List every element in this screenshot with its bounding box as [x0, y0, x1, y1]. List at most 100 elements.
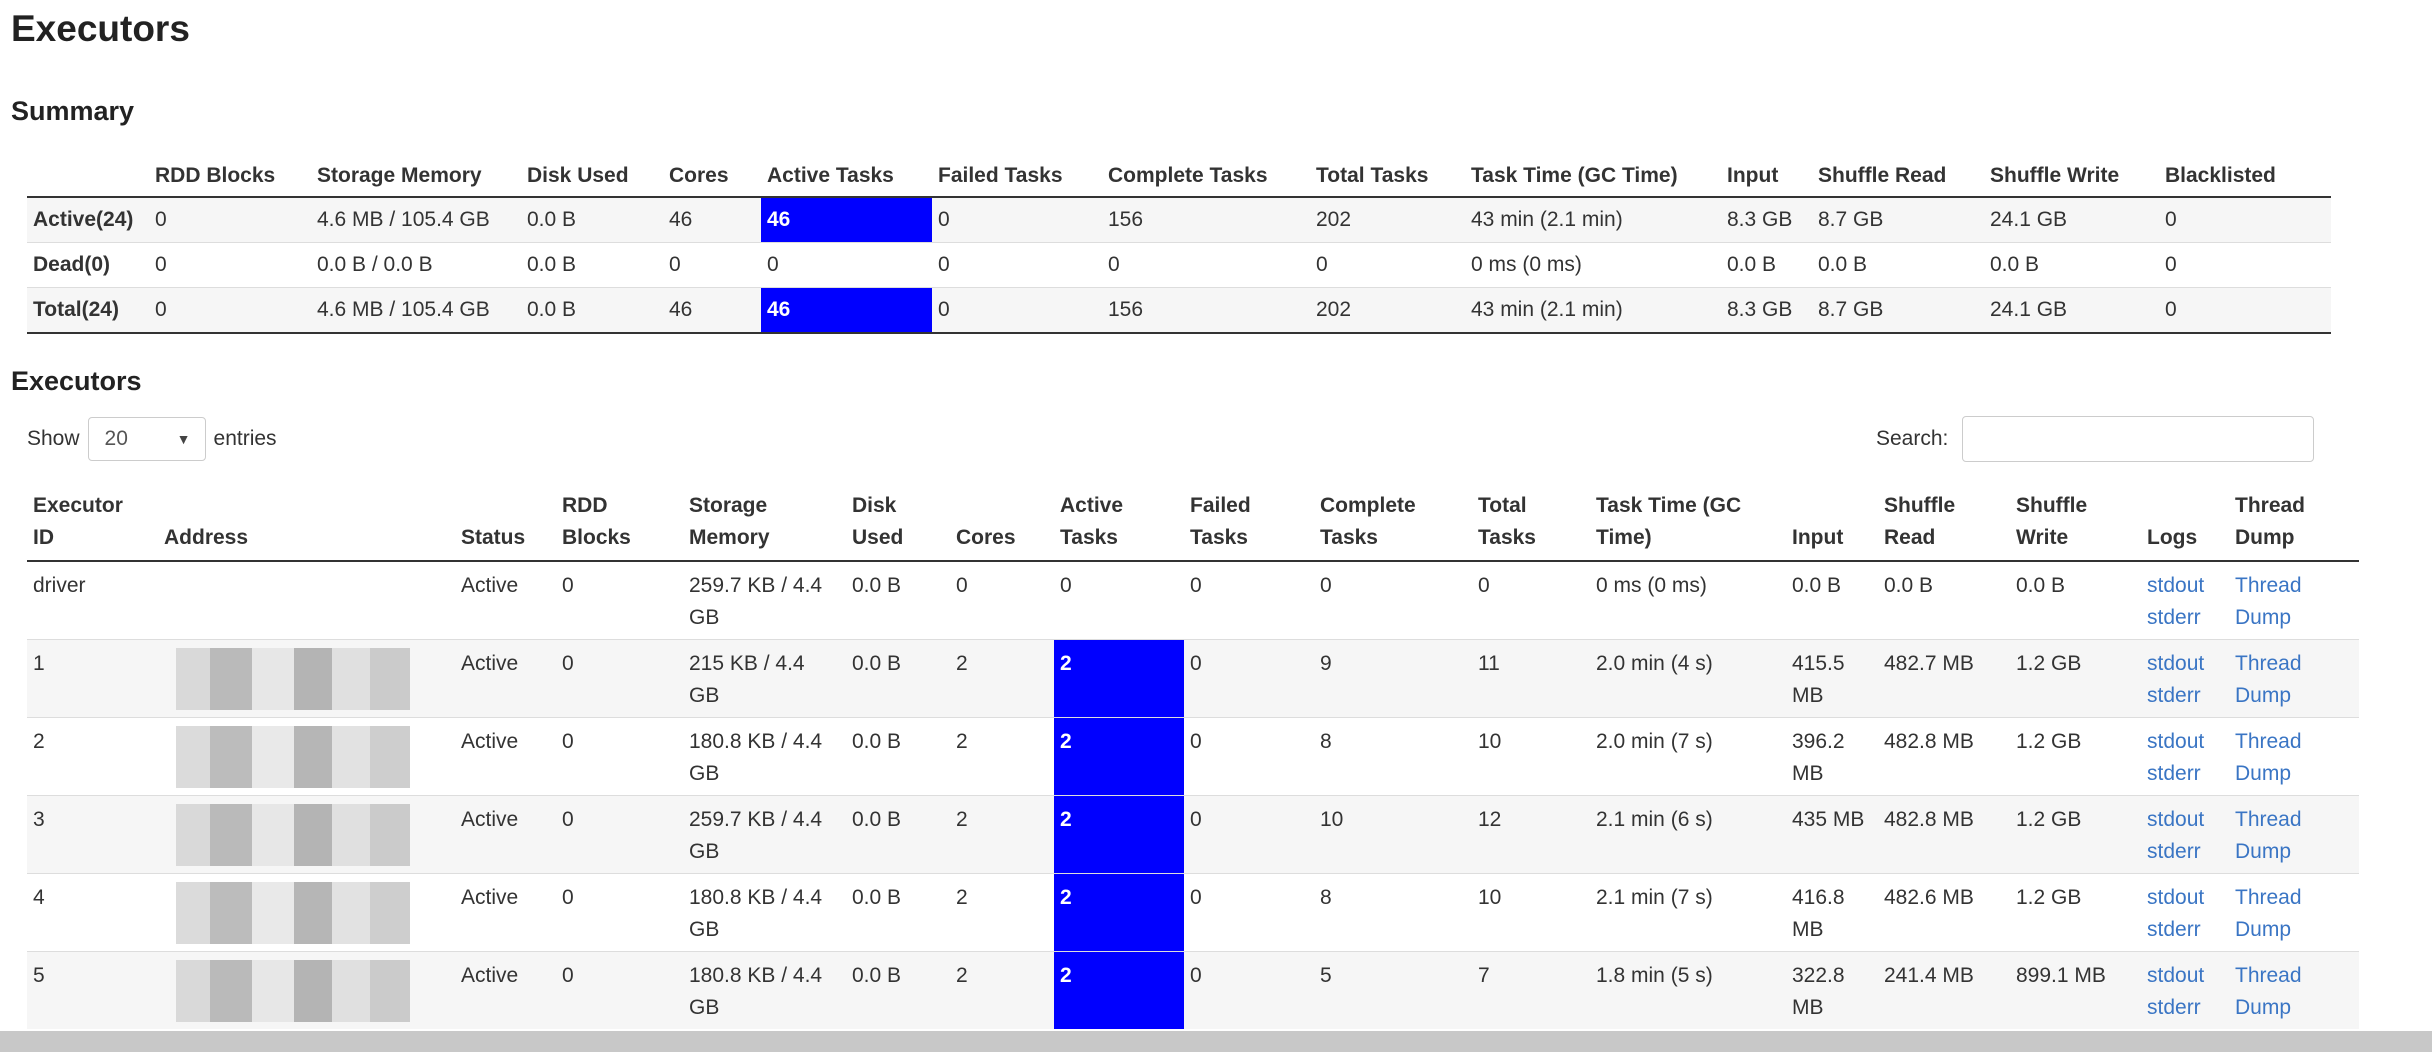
thread-dump-link[interactable]: Thread Dump — [2235, 648, 2353, 712]
summary-col-active-tasks[interactable]: Active Tasks — [761, 150, 932, 198]
executors-col-id[interactable]: Executor ID — [27, 484, 158, 562]
summary-col-storage-memory[interactable]: Storage Memory — [311, 150, 521, 198]
col-header-line: Status — [461, 526, 526, 549]
summary-row-label: Dead(0) — [27, 242, 149, 288]
executors-col-storage[interactable]: Storage Memory — [683, 484, 846, 562]
entries-select[interactable]: 20 ▼ — [87, 417, 206, 461]
summary-cell-total: 0 — [1310, 242, 1465, 288]
summary-cell-shuffle-write: 24.1 GB — [1984, 196, 2159, 243]
executors-table: Executor ID Address Status RDD Blocks Storage M… — [27, 484, 2359, 1029]
stdout-link[interactable]: stdout — [2147, 960, 2223, 992]
search-input[interactable] — [1962, 416, 2315, 462]
executor-cell-logs: stdout stderr — [2141, 950, 2229, 1029]
redacted-address — [164, 803, 434, 866]
executor-cell-task-time: 1.8 min (5 s) — [1590, 950, 1786, 1029]
executor-cell-active: 2 — [1054, 638, 1184, 717]
stderr-link[interactable]: stderr — [2147, 602, 2223, 634]
summary-cell-active: 46 — [761, 196, 932, 243]
executors-col-active[interactable]: Active Tasks — [1054, 484, 1184, 562]
col-header-line: RDD — [562, 494, 608, 517]
summary-col-task-time[interactable]: Task Time (GC Time) — [1465, 150, 1721, 198]
stderr-link[interactable]: stderr — [2147, 914, 2223, 946]
summary-col-complete-tasks[interactable]: Complete Tasks — [1102, 150, 1310, 198]
summary-cell-disk: 0.0 B — [521, 196, 663, 243]
summary-col-input[interactable]: Input — [1721, 150, 1812, 198]
stdout-link[interactable]: stdout — [2147, 570, 2223, 602]
summary-col-cores[interactable]: Cores — [663, 150, 761, 198]
executors-col-total[interactable]: Total Tasks — [1472, 484, 1590, 562]
executor-cell-cores: 2 — [950, 872, 1054, 951]
executor-cell-active: 2 — [1054, 794, 1184, 873]
summary-col-label[interactable] — [27, 150, 149, 198]
summary-cell-storage: 4.6 MB / 105.4 GB — [311, 196, 521, 243]
col-header-line: Failed — [1190, 494, 1251, 517]
executors-col-shuffle-read[interactable]: Shuffle Read — [1878, 484, 2010, 562]
executor-cell-disk: 0.0 B — [846, 560, 950, 639]
executor-cell-complete: 8 — [1314, 716, 1472, 795]
redacted-address — [164, 881, 434, 944]
executors-col-address[interactable]: Address — [158, 484, 455, 562]
executor-cell-logs: stdout stderr — [2141, 716, 2229, 795]
executor-cell-task-time: 2.0 min (7 s) — [1590, 716, 1786, 795]
executor-cell-active: 2 — [1054, 872, 1184, 951]
stderr-link[interactable]: stderr — [2147, 758, 2223, 790]
executors-col-task-time[interactable]: Task Time (GC Time) — [1590, 484, 1786, 562]
executor-cell-storage: 180.8 KB / 4.4 GB — [683, 950, 846, 1029]
stdout-link[interactable]: stdout — [2147, 882, 2223, 914]
page-title: Executors — [11, 8, 190, 49]
executor-cell-input: 396.2 MB — [1786, 716, 1878, 795]
executors-col-logs[interactable]: Logs — [2141, 484, 2229, 562]
redacted-address — [164, 647, 434, 710]
horizontal-scrollbar[interactable] — [0, 1031, 2432, 1052]
summary-cell-task-time: 0 ms (0 ms) — [1465, 242, 1721, 288]
stdout-link[interactable]: stdout — [2147, 726, 2223, 758]
col-header-line: Shuffle — [1884, 494, 1956, 517]
stdout-link[interactable]: stdout — [2147, 804, 2223, 836]
executors-col-shuffle-write[interactable]: Shuffle Write — [2010, 484, 2141, 562]
thread-dump-link[interactable]: Thread Dump — [2235, 570, 2353, 634]
executor-cell-id: 2 — [27, 716, 158, 795]
col-header-line — [1792, 490, 1872, 522]
stderr-link[interactable]: stderr — [2147, 836, 2223, 868]
caret-down-icon: ▼ — [176, 431, 191, 447]
redacted-address — [164, 959, 434, 1022]
executors-col-input[interactable]: Input — [1786, 484, 1878, 562]
executor-cell-shuffle-write: 899.1 MB — [2010, 950, 2141, 1029]
stderr-link[interactable]: stderr — [2147, 680, 2223, 712]
executor-cell-complete: 5 — [1314, 950, 1472, 1029]
executors-col-failed[interactable]: Failed Tasks — [1184, 484, 1314, 562]
executor-cell-thread-dump: Thread Dump — [2229, 794, 2359, 873]
summary-cell-disk: 0.0 B — [521, 287, 663, 334]
thread-dump-link[interactable]: Thread Dump — [2235, 960, 2353, 1024]
thread-dump-link[interactable]: Thread Dump — [2235, 726, 2353, 790]
executor-cell-total: 10 — [1472, 716, 1590, 795]
summary-col-total-tasks[interactable]: Total Tasks — [1310, 150, 1465, 198]
executors-col-thread-dump[interactable]: Thread Dump — [2229, 484, 2359, 562]
executors-col-cores[interactable]: Cores — [950, 484, 1054, 562]
summary-row: Dead(0) 0 0.0 B / 0.0 B 0.0 B000000 ms (0 m… — [27, 242, 2331, 288]
executor-cell-status: Active — [455, 872, 556, 951]
executor-cell-input: 416.8 MB — [1786, 872, 1878, 951]
executor-cell-input: 0.0 B — [1786, 560, 1878, 639]
thread-dump-link-line: Thread — [2235, 729, 2302, 753]
thread-dump-link[interactable]: Thread Dump — [2235, 804, 2353, 868]
summary-col-disk-used[interactable]: Disk Used — [521, 150, 663, 198]
executors-col-complete[interactable]: Complete Tasks — [1314, 484, 1472, 562]
summary-col-rdd-blocks[interactable]: RDD Blocks — [149, 150, 311, 198]
stdout-link[interactable]: stdout — [2147, 648, 2223, 680]
stderr-link[interactable]: stderr — [2147, 992, 2223, 1024]
summary-col-shuffle-write[interactable]: Shuffle Write — [1984, 150, 2159, 198]
executor-cell-failed: 0 — [1184, 716, 1314, 795]
col-header-line: Shuffle — [2016, 494, 2088, 517]
executors-col-status[interactable]: Status — [455, 484, 556, 562]
summary-col-shuffle-read[interactable]: Shuffle Read — [1812, 150, 1984, 198]
summary-col-blacklisted[interactable]: Blacklisted — [2159, 150, 2331, 198]
summary-row-label: Total(24) — [27, 287, 149, 334]
col-header-line: ID — [33, 526, 54, 549]
thread-dump-link[interactable]: Thread Dump — [2235, 882, 2353, 946]
executor-cell-failed: 0 — [1184, 560, 1314, 639]
executors-col-disk[interactable]: Disk Used — [846, 484, 950, 562]
summary-col-failed-tasks[interactable]: Failed Tasks — [932, 150, 1102, 198]
executors-col-rdd[interactable]: RDD Blocks — [556, 484, 683, 562]
summary-cell-shuffle-read: 8.7 GB — [1812, 196, 1984, 243]
